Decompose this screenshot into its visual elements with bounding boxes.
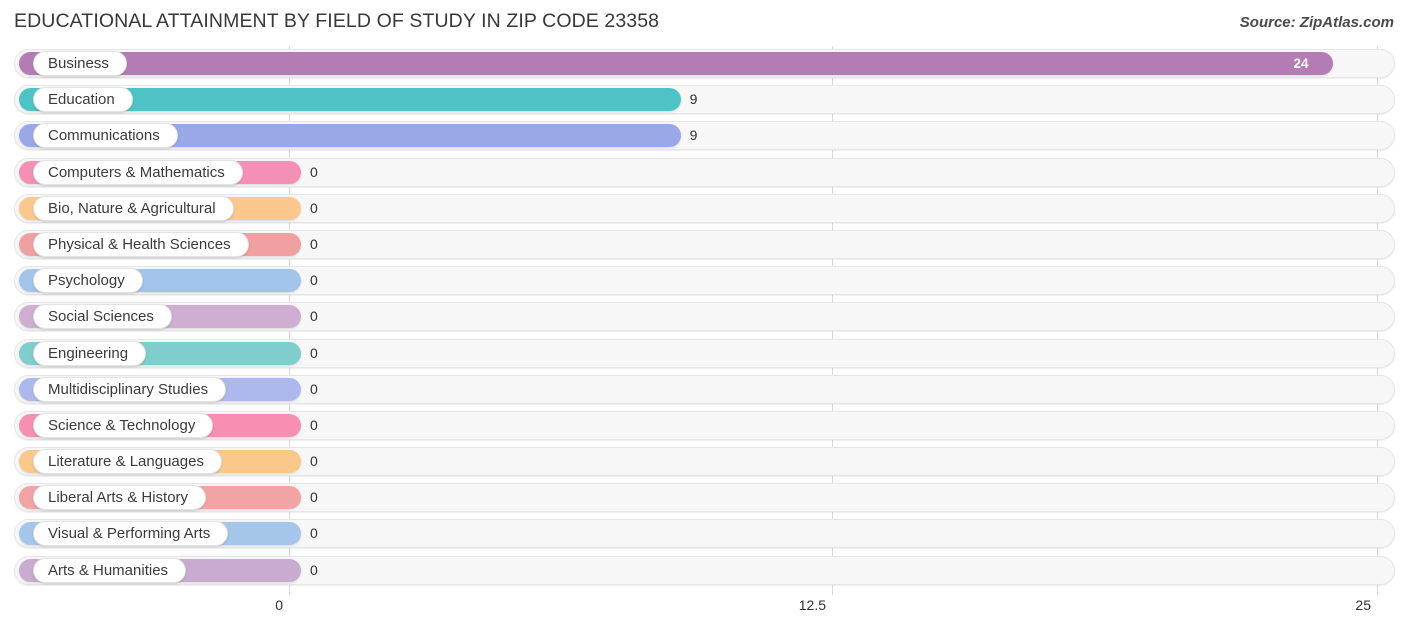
bar-value-label: 0: [310, 272, 318, 289]
bar-value-label: 24: [1293, 56, 1309, 71]
bar-row: Visual & Performing Arts 0: [0, 516, 1406, 552]
bar-row: Liberal Arts & History 0: [0, 480, 1406, 516]
bar-row: Psychology 0: [0, 263, 1406, 299]
bar-category-label: Computers & Mathematics: [48, 163, 225, 181]
bar-label-pill: Multidisciplinary Studies: [33, 376, 227, 402]
bar-value-label: 0: [310, 380, 318, 397]
bar-row: Business 24: [0, 46, 1406, 82]
bar-category-label: Education: [48, 91, 115, 109]
bar-row: Science & Technology 0: [0, 408, 1406, 444]
bar-label-pill: Liberal Arts & History: [33, 485, 207, 511]
bar-row: Engineering 0: [0, 336, 1406, 372]
bar-value-label: 0: [310, 416, 318, 433]
bar-label-pill: Engineering: [33, 340, 147, 366]
bar-row: Bio, Nature & Agricultural 0: [0, 191, 1406, 227]
bar-value-label: 0: [310, 453, 318, 470]
bar-label-pill: Computers & Mathematics: [33, 159, 243, 185]
bar-category-label: Visual & Performing Arts: [48, 525, 211, 543]
bar-label-pill: Bio, Nature & Agricultural: [33, 195, 234, 221]
bar-row: Physical & Health Sciences 0: [0, 227, 1406, 263]
bar-label-pill: Business: [33, 51, 127, 76]
bar-value-label: 0: [310, 489, 318, 506]
plot-area: Business 24 Education 9 Communications 9 Compu…: [0, 46, 1406, 595]
bar-label-pill: Education: [33, 87, 133, 113]
bar-row: Communications 9: [0, 118, 1406, 154]
bar-value-label: 0: [310, 308, 318, 325]
axis-tick-label: 12.5: [798, 597, 826, 613]
chart-header: EDUCATIONAL ATTAINMENT BY FIELD OF STUDY…: [0, 0, 1406, 46]
bar-category-label: Psychology: [48, 272, 125, 290]
bar-row: Literature & Languages 0: [0, 444, 1406, 480]
bar-value-label: 0: [310, 199, 318, 216]
bar-value-label: 0: [310, 163, 318, 180]
bar-value-label: 0: [310, 525, 318, 542]
axis-tick-label: 0: [275, 597, 283, 613]
page-title: EDUCATIONAL ATTAINMENT BY FIELD OF STUDY…: [14, 10, 660, 32]
bar-business[interactable]: [19, 52, 1334, 75]
bar-category-label: Arts & Humanities: [48, 561, 169, 579]
bar-row: Arts & Humanities 0: [0, 553, 1406, 589]
chart-page: EDUCATIONAL ATTAINMENT BY FIELD OF STUDY…: [0, 0, 1406, 631]
bar-row: Education 9: [0, 82, 1406, 118]
bar-value-label: 0: [310, 344, 318, 361]
bar-category-label: Physical & Health Sciences: [48, 235, 231, 253]
bar-row: Social Sciences 0: [0, 299, 1406, 335]
axis-tick-label: 25: [1355, 597, 1371, 613]
bar-category-label: Communications: [48, 127, 160, 145]
bar-category-label: Multidisciplinary Studies: [48, 380, 209, 398]
bar-category-label: Liberal Arts & History: [48, 489, 189, 507]
bar-category-label: Literature & Languages: [48, 453, 204, 471]
bar-label-pill: Social Sciences: [33, 304, 172, 330]
x-axis: 0 12.5 25: [0, 595, 1406, 631]
bar-category-label: Science & Technology: [48, 416, 196, 434]
bar-label-pill: Literature & Languages: [33, 449, 222, 475]
bar-label-pill: Communications: [33, 123, 178, 149]
bar-category-label: Bio, Nature & Agricultural: [48, 199, 216, 217]
bar-label-pill: Psychology: [33, 268, 143, 294]
bar-row: Multidisciplinary Studies 0: [0, 372, 1406, 408]
bar-row: Computers & Mathematics 0: [0, 155, 1406, 191]
source-attribution: Source: ZipAtlas.com: [1239, 14, 1394, 31]
bar-value-label: 9: [689, 91, 698, 108]
bar-category-label: Social Sciences: [48, 308, 154, 326]
bar-value-label: 0: [310, 235, 318, 252]
bar-category-label: Engineering: [48, 344, 129, 362]
bar-value-label: 9: [689, 127, 698, 144]
bar-label-pill: Arts & Humanities: [33, 557, 187, 583]
bar-label-pill: Science & Technology: [33, 412, 214, 438]
bar-rows: Business 24 Education 9 Communications 9 Compu…: [0, 46, 1406, 589]
bar-value-label: 0: [310, 561, 318, 578]
bar-label-pill: Physical & Health Sciences: [33, 231, 249, 257]
bar-category-label: Business: [48, 55, 109, 72]
bar-label-pill: Visual & Performing Arts: [33, 521, 229, 547]
